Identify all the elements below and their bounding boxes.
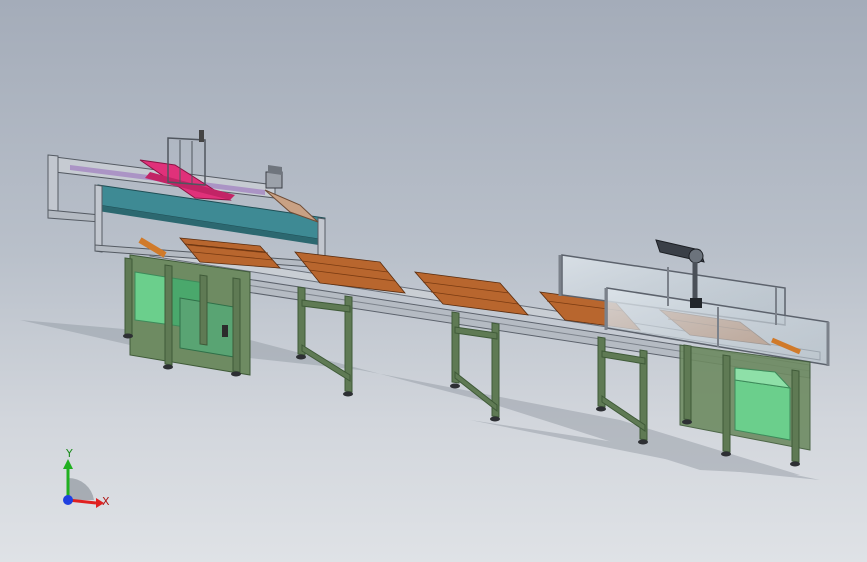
right-cabinet-front: [734, 379, 791, 441]
coordinate-triad: X Y: [63, 447, 110, 508]
conveyor-line-model: X Y: [20, 130, 830, 508]
pallet-1: [179, 237, 281, 269]
pallet-2: [294, 251, 406, 294]
cad-viewport[interactable]: X Y: [0, 0, 867, 562]
z-axis-dot: [63, 495, 73, 505]
y-axis-label: Y: [65, 447, 73, 460]
left-station: [123, 254, 251, 377]
left-cabinet-box: [179, 297, 241, 359]
x-axis-label: X: [102, 495, 110, 508]
gantry-unit: [47, 130, 326, 269]
